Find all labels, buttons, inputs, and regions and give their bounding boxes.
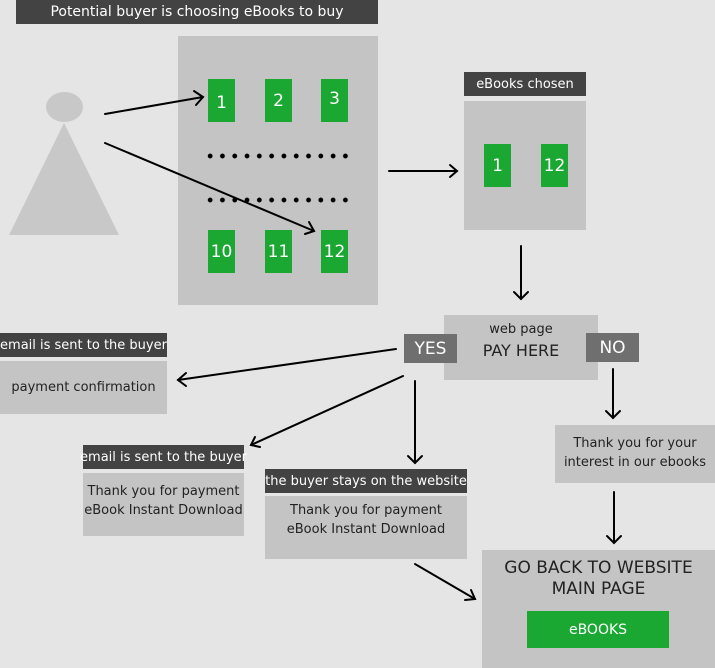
arrow-no-result-to-go-back <box>606 491 622 545</box>
arrow-yes-to-email-download <box>249 375 404 448</box>
arrow-catalog-to-chosen <box>388 164 459 178</box>
arrow-no-to-no-result <box>605 368 621 420</box>
arrow-yes-to-confirmation <box>176 348 397 387</box>
arrow-stays-to-go-back <box>414 563 477 601</box>
arrow-yes-to-stays-on-site <box>407 380 423 465</box>
arrows-layer <box>104 90 622 601</box>
arrow-buyer-to-ebook-1 <box>104 90 205 115</box>
arrow-chosen-to-pay <box>513 245 529 301</box>
arrow-buyer-to-ebook-12 <box>104 142 316 235</box>
